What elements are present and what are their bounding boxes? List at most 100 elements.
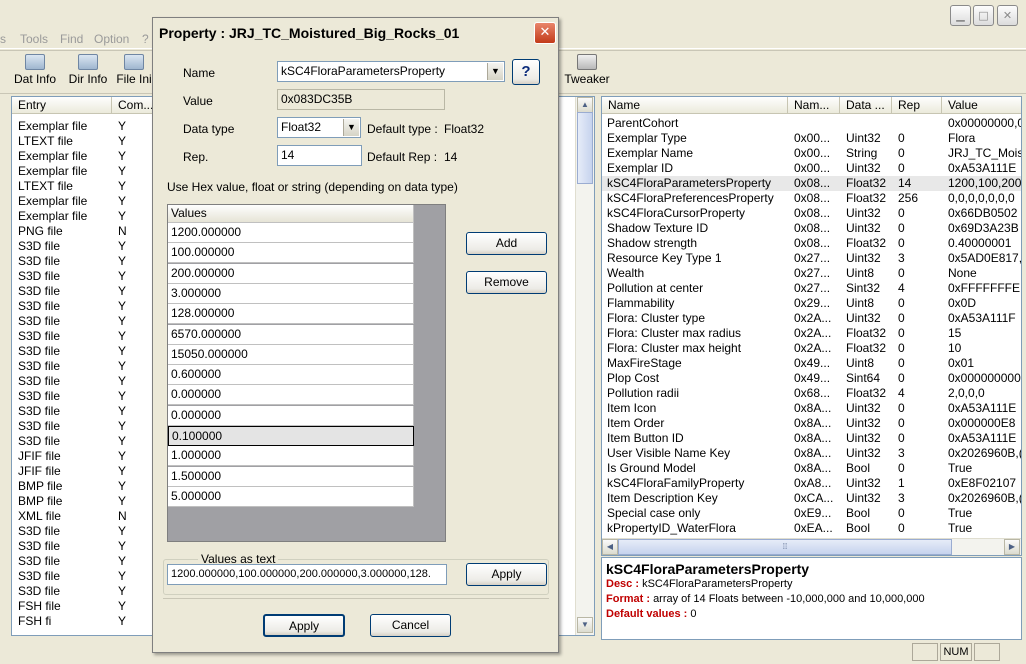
property-name-cell: Flora: Cluster type	[607, 311, 706, 325]
values-grid[interactable]: Values 1200.000000 100.000000 200.000000 3.…	[167, 204, 446, 542]
table-row[interactable]: kPropertyID_WaterFlora 0xEA... Bool 0 True	[602, 521, 1021, 536]
cancel-button[interactable]: Cancel	[370, 614, 451, 637]
table-row[interactable]: Item Icon 0x8A... Uint32 0 0xA53A111E	[602, 401, 1021, 416]
property-value-cell: Flora	[948, 131, 976, 145]
table-row[interactable]: Pollution at center 0x27... Sint32 4 0xFFFFF…	[602, 281, 1021, 296]
table-row[interactable]: Flora: Cluster max height 0x2A... Float32 0…	[602, 341, 1021, 356]
column-header-entry[interactable]: Entry	[12, 97, 112, 114]
property-id-cell: 0x27...	[794, 266, 831, 280]
menu-item-help[interactable]: ?	[142, 32, 149, 46]
column-header-data-type[interactable]: Data ...	[840, 97, 892, 114]
help-button[interactable]: ?	[512, 59, 540, 85]
left-scroll-thumb[interactable]	[577, 112, 593, 184]
value-cell[interactable]: 100.000000	[168, 243, 414, 264]
value-cell[interactable]: 1.500000	[168, 466, 414, 487]
scroll-left-icon[interactable]: ◀	[602, 539, 618, 555]
file-info-button[interactable]: File Ini	[116, 54, 152, 86]
property-id-cell: 0x27...	[794, 251, 831, 265]
chevron-down-icon[interactable]: ▼	[343, 119, 359, 136]
table-row[interactable]: Shadow Texture ID 0x08... Uint32 0 0x69D3A23…	[602, 221, 1021, 236]
table-row[interactable]: Shadow strength 0x08... Float32 0 0.40000001	[602, 236, 1021, 251]
property-id-cell: 0x8A...	[794, 431, 832, 445]
value-cell[interactable]: 1200.000000	[168, 223, 414, 243]
value-cell[interactable]: 3.000000	[168, 283, 414, 304]
value-cell[interactable]: 0.100000	[168, 426, 414, 446]
property-value-cell: 15	[948, 326, 962, 340]
value-cell[interactable]: 0.000000	[168, 405, 414, 426]
column-header-name[interactable]: Name	[602, 97, 788, 114]
table-row[interactable]: ParentCohort 0x00000000,0	[602, 116, 1021, 131]
table-row[interactable]: Resource Key Type 1 0x27... Uint32 3 0x5AD0E…	[602, 251, 1021, 266]
chevron-down-icon[interactable]: ▼	[487, 63, 503, 80]
table-row[interactable]: Exemplar Name 0x00... String 0 JRJ_TC_Moist	[602, 146, 1021, 161]
tweaker-button[interactable]: Tweaker	[562, 54, 612, 86]
right-horizontal-scrollbar[interactable]: ◀ ⁞⁞ ▶	[602, 538, 1021, 555]
dat-info-button[interactable]: Dat Info	[10, 54, 60, 86]
table-row[interactable]: Exemplar ID 0x00... Uint32 0 0xA53A111E	[602, 161, 1021, 176]
value-cell[interactable]: 1.000000	[168, 446, 414, 467]
table-row[interactable]: Is Ground Model 0x8A... Bool 0 True	[602, 461, 1021, 476]
property-name-cell: Exemplar Name	[607, 146, 694, 160]
table-row[interactable]: kSC4FloraFamilyProperty 0xA8... Uint32 1 0xE…	[602, 476, 1021, 491]
entry-cell: Exemplar file	[18, 194, 88, 208]
value-cell[interactable]: 0.000000	[168, 385, 414, 406]
entry-cell: LTEXT file	[18, 179, 73, 193]
table-row[interactable]: kSC4FloraParametersProperty 0x08... Float3…	[602, 176, 1021, 191]
table-row[interactable]: Flora: Cluster type 0x2A... Uint32 0 0xA53A1…	[602, 311, 1021, 326]
property-list[interactable]: Name Nam... Data ... Rep Value ParentCoh…	[601, 96, 1022, 556]
right-scroll-thumb[interactable]: ⁞⁞	[618, 539, 952, 555]
table-row[interactable]: kSC4FloraPreferencesProperty 0x08... Float…	[602, 191, 1021, 206]
add-button[interactable]: Add	[466, 232, 547, 255]
table-row[interactable]: Exemplar Type 0x00... Uint32 0 Flora	[602, 131, 1021, 146]
value-cell[interactable]: 200.000000	[168, 263, 414, 284]
dir-info-button[interactable]: Dir Info	[64, 54, 112, 86]
property-dialog: Property : JRJ_TC_Moistured_Big_Rocks_01…	[152, 17, 559, 653]
table-row[interactable]: Pollution radii 0x68... Float32 4 2,0,0,0	[602, 386, 1021, 401]
table-row[interactable]: Item Order 0x8A... Uint32 0 0x000000E8	[602, 416, 1021, 431]
column-header-value[interactable]: Value	[942, 97, 1021, 114]
values-column-header[interactable]: Values	[168, 205, 414, 223]
maximize-icon[interactable]: □	[973, 5, 994, 26]
property-name-cell: kSC4FloraPreferencesProperty	[607, 191, 774, 205]
table-row[interactable]: MaxFireStage 0x49... Uint8 0 0x01	[602, 356, 1021, 371]
value-cell[interactable]: 6570.000000	[168, 324, 414, 345]
close-icon[interactable]: ✕	[997, 5, 1018, 26]
rep-input[interactable]: 14	[277, 145, 362, 166]
left-scrollbar[interactable]: ▲ ▼	[575, 97, 594, 635]
name-dropdown[interactable]: kSC4FloraParametersProperty ▼	[277, 61, 505, 82]
datatype-dropdown[interactable]: Float32 ▼	[277, 117, 361, 138]
table-row[interactable]: Item Description Key 0xCA... Uint32 3 0x2026…	[602, 491, 1021, 506]
scroll-down-icon[interactable]: ▼	[577, 617, 593, 633]
values-as-text-input[interactable]: 1200.000000,100.000000,200.000000,3.0000…	[167, 564, 447, 585]
table-row[interactable]: Special case only 0xE9... Bool 0 True	[602, 506, 1021, 521]
value-cell[interactable]: 128.000000	[168, 304, 414, 325]
column-header-name-id[interactable]: Nam...	[788, 97, 840, 114]
table-row[interactable]: User Visible Name Key 0x8A... Uint32 3 0x202…	[602, 446, 1021, 461]
apply-text-button[interactable]: Apply	[466, 563, 547, 586]
dialog-close-icon[interactable]: ✕	[534, 22, 556, 44]
property-type-cell: Uint32	[846, 206, 881, 220]
menu-item-find[interactable]: Find	[60, 32, 83, 46]
info-default: 0	[690, 608, 697, 620]
table-row[interactable]: Flammability 0x29... Uint8 0 0x0D	[602, 296, 1021, 311]
table-row[interactable]: Item Button ID 0x8A... Uint32 0 0xA53A111E	[602, 431, 1021, 446]
apply-button[interactable]: Apply	[263, 614, 345, 637]
table-row[interactable]: Flora: Cluster max radius 0x2A... Float32 0…	[602, 326, 1021, 341]
status-num: NUM	[940, 643, 972, 661]
table-row[interactable]: Plop Cost 0x49... Sint64 0 0x000000000	[602, 371, 1021, 386]
table-row[interactable]: kSC4FloraCursorProperty 0x08... Uint32 0 0x6…	[602, 206, 1021, 221]
minimize-icon[interactable]: ▁	[950, 5, 971, 26]
value-cell[interactable]: 0.600000	[168, 365, 414, 386]
value-cell[interactable]: 15050.000000	[168, 344, 414, 365]
property-rep-cell: 0	[898, 146, 905, 160]
table-row[interactable]: Wealth 0x27... Uint8 0 None	[602, 266, 1021, 281]
column-header-rep[interactable]: Rep	[892, 97, 942, 114]
scroll-right-icon[interactable]: ▶	[1004, 539, 1020, 555]
remove-button[interactable]: Remove	[466, 271, 547, 294]
entry-cell: BMP file	[18, 479, 63, 493]
value-cell[interactable]: 5.000000	[168, 486, 414, 507]
menu-item-option[interactable]: Option	[94, 32, 129, 46]
menu-item-tools[interactable]: Tools	[20, 32, 48, 46]
menu-item-file[interactable]: s	[0, 32, 6, 46]
scroll-up-icon[interactable]: ▲	[577, 97, 593, 113]
